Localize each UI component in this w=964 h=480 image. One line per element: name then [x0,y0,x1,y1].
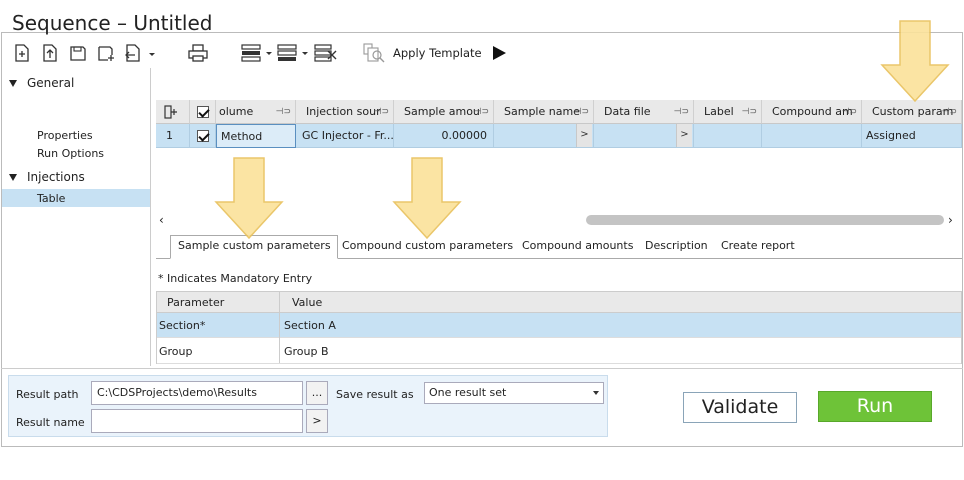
annotation-arrow-icon [392,157,462,239]
result-name-button[interactable]: > [306,409,328,433]
apply-template-button[interactable]: Apply Template [393,46,482,60]
play-icon[interactable] [493,46,506,60]
column-divider [279,292,280,363]
tree-item-run-options[interactable]: Run Options [37,147,104,160]
tree-group-label: Injections [27,170,85,184]
annotation-arrow-icon [880,20,950,102]
result-name-label: Result name [16,416,85,429]
run-button[interactable]: Run [818,391,932,422]
cell-volume[interactable]: Method [216,124,296,148]
check-icon [197,106,209,118]
result-panel: Result path C:\CDSProjects\demo\Results … [8,375,608,437]
apply-template-icon[interactable] [362,41,386,65]
tab-create-report[interactable]: Create report [721,239,795,252]
parameter-value[interactable]: Group B [282,339,329,364]
column-data-file[interactable]: Data file ⊣⊃ [594,100,694,124]
scroll-left-icon[interactable]: ‹ [159,213,164,227]
sample-name-browse-button[interactable]: > [576,124,592,147]
row-checkbox[interactable] [190,124,216,148]
pin-icon[interactable]: ⊣⊃ [474,100,489,123]
pin-icon[interactable]: ⊣⊃ [842,100,857,123]
tree-item-table[interactable]: Table [37,192,65,205]
pin-icon[interactable]: ⊣⊃ [742,100,757,123]
cell-sample-amount[interactable]: 0.00000 [394,124,494,148]
cell-custom-parameters[interactable]: Assigned [862,124,962,148]
column-label[interactable]: Label ⊣⊃ [694,100,762,124]
parameters-header [157,292,961,313]
collapse-icon[interactable] [9,79,17,87]
mandatory-note: * Indicates Mandatory Entry [158,272,313,285]
bottom-divider [1,368,963,369]
cell-injection-source[interactable]: GC Injector - Fr... [296,124,394,148]
table-row[interactable]: Section* Section A [157,313,961,338]
data-file-browse-button[interactable]: > [676,124,692,147]
insert-row-icon[interactable] [240,41,274,65]
cell-sample-name[interactable]: > [494,124,594,148]
tree-group-label: General [27,76,75,90]
column-compound-amounts[interactable]: Compound am ⊣⊃ [762,100,862,124]
check-icon [197,130,209,142]
tree-group-general[interactable]: General [9,76,74,90]
validate-button[interactable]: Validate [683,392,797,423]
parameter-name: Section* [159,319,206,332]
row-number: 1 [156,124,190,148]
column-value: Value [292,296,323,309]
page-title: Sequence – Untitled [12,11,213,35]
pin-icon[interactable]: ⊣⊃ [942,100,957,123]
save-icon[interactable] [66,41,90,65]
tab-description[interactable]: Description [645,239,708,252]
append-row-icon[interactable] [276,41,310,65]
result-path-browse-button[interactable]: ... [306,381,328,405]
pin-icon[interactable]: ⊣⊃ [374,100,389,123]
column-volume[interactable]: olume ⊣⊃ [216,100,296,124]
pin-icon[interactable]: ⊣⊃ [574,100,589,123]
injection-table: olume ⊣⊃ Injection sour ⊣⊃ Sample amou ⊣⊃ S… [156,100,962,150]
column-sample-amount[interactable]: Sample amou ⊣⊃ [394,100,494,124]
annotation-arrow-icon [214,157,284,239]
tree-item-table-selection [2,189,150,207]
result-path-label: Result path [16,388,79,401]
pin-icon[interactable]: ⊣⊃ [674,100,689,123]
column-parameter: Parameter [167,296,225,309]
import-icon[interactable] [38,41,62,65]
tree-item-properties[interactable]: Properties [37,129,93,142]
new-sequence-icon[interactable] [10,41,34,65]
cell-data-file[interactable]: > [594,124,694,148]
parameters-table: Parameter Value Section* Section A Group… [156,291,962,364]
column-custom-parameters[interactable]: Custom param ⊣⊃ [862,100,962,124]
pin-icon[interactable]: ⊣⊃ [276,100,291,123]
result-path-input[interactable]: C:\CDSProjects\demo\Results [91,381,303,405]
chevron-down-icon [593,391,599,395]
save-result-as-select[interactable]: One result set [424,382,604,404]
result-name-input[interactable] [91,409,303,433]
collapse-icon[interactable] [9,173,17,181]
delete-row-icon[interactable] [312,41,340,65]
tree-group-injections[interactable]: Injections [9,170,85,184]
tab-compound-custom-parameters[interactable]: Compound custom parameters [342,239,513,252]
column-chooser[interactable] [156,100,190,124]
parameter-name: Group [159,345,193,358]
navigation-tree: General Properties Run Options Injection… [1,68,151,366]
save-result-as-label: Save result as [336,388,414,401]
parameter-value[interactable]: Section A [282,313,336,338]
save-as-icon[interactable] [94,41,118,65]
export-icon[interactable] [122,41,156,65]
select-all-checkbox[interactable] [190,100,216,124]
column-sample-name[interactable]: Sample name ⊣⊃ [494,100,594,124]
column-chooser-icon [164,105,177,119]
cell-label[interactable] [694,124,762,148]
column-injection-source[interactable]: Injection sour ⊣⊃ [296,100,394,124]
table-row[interactable]: Group Group B [157,339,961,364]
print-icon[interactable] [186,41,210,65]
tab-compound-amounts[interactable]: Compound amounts [522,239,633,252]
tab-sample-custom-parameters[interactable]: Sample custom parameters [178,239,331,252]
scroll-right-icon[interactable]: › [948,213,953,227]
scroll-thumb[interactable] [586,215,944,225]
cell-compound-amounts[interactable] [762,124,862,148]
